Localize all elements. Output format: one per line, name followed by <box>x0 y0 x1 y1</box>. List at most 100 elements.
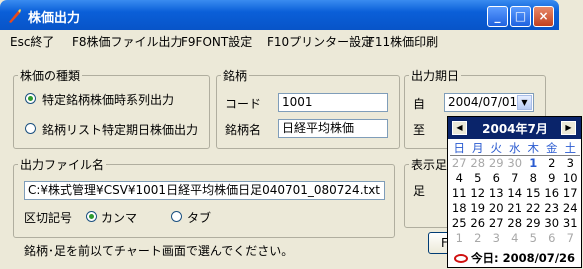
calendar-day[interactable]: 25 <box>450 216 469 231</box>
code-input[interactable]: 1001 <box>278 93 388 112</box>
calendar-day[interactable]: 7 <box>506 171 525 186</box>
calendar-day[interactable]: 21 <box>506 201 525 216</box>
calendar-day[interactable]: 3 <box>487 231 506 246</box>
calendar-day[interactable]: 6 <box>487 171 506 186</box>
radio-comma-label[interactable]: カンマ <box>101 209 137 226</box>
menu-file-output[interactable]: F8株価ファイル出力 <box>72 33 183 50</box>
close-button[interactable]: × <box>533 6 554 27</box>
calendar-day[interactable]: 13 <box>487 186 506 201</box>
calendar-day[interactable]: 17 <box>561 186 580 201</box>
calendar-week: 27 28 29 30 1 2 3 <box>450 156 580 171</box>
calendar-day[interactable]: 6 <box>543 231 562 246</box>
maximize-button[interactable]: □ <box>510 6 531 27</box>
calendar-week: 4 5 6 7 8 9 10 <box>450 171 580 186</box>
issue-name-input[interactable]: 日経平均株価 <box>278 119 388 138</box>
weekday-label: 日 <box>453 141 466 155</box>
radio-tab-label[interactable]: タブ <box>187 209 211 226</box>
next-month-button[interactable]: ▶ <box>561 121 576 135</box>
calendar-day[interactable]: 5 <box>524 231 543 246</box>
from-label: 自 <box>413 97 426 111</box>
radio-timeseries[interactable] <box>25 93 36 104</box>
output-path-input[interactable]: C:¥株式管理¥CSV¥1001日経平均株価日足040701_080724.tx… <box>24 181 385 200</box>
calendar-day[interactable]: 22 <box>524 201 543 216</box>
title-bar[interactable]: 株価出力 _ □ × <box>0 0 559 30</box>
calendar-day[interactable]: 30 <box>506 156 525 171</box>
calendar-day[interactable]: 14 <box>506 186 525 201</box>
radio-list-date[interactable] <box>25 123 36 134</box>
window-title: 株価出力 <box>28 11 81 26</box>
minimize-button[interactable]: _ <box>487 6 508 27</box>
today-circle-icon <box>454 254 468 263</box>
weekday-label: 火 <box>490 141 503 155</box>
calendar-day[interactable]: 2 <box>469 231 488 246</box>
application-window: 株価出力 _ □ × Esc終了 F8株価ファイル出力 F9FONT設定 F10… <box>0 0 583 269</box>
calendar-week: 18 19 20 21 22 23 24 <box>450 201 580 216</box>
calendar-day[interactable]: 27 <box>450 156 469 171</box>
calendar-day[interactable]: 30 <box>543 216 562 231</box>
calendar-day[interactable]: 27 <box>487 216 506 231</box>
weekday-label: 土 <box>564 141 577 155</box>
prev-month-button[interactable]: ◀ <box>452 121 467 135</box>
calendar-day[interactable]: 4 <box>450 171 469 186</box>
weekday-label: 水 <box>509 141 521 155</box>
calendar-day[interactable]: 5 <box>469 171 488 186</box>
calendar-month-title: 2004年7月 <box>482 122 548 136</box>
period-legend: 出力期日 <box>411 69 460 83</box>
calendar-day[interactable]: 20 <box>487 201 506 216</box>
calendar-day[interactable]: 24 <box>561 201 580 216</box>
calendar-day[interactable]: 28 <box>506 216 525 231</box>
display-foot-legend: 表示足 <box>411 158 448 172</box>
radio-timeseries-label[interactable]: 特定銘柄株価時系列出力 <box>42 91 174 108</box>
radio-tab[interactable] <box>171 211 182 222</box>
app-icon <box>9 9 21 23</box>
calendar-day[interactable]: 23 <box>543 201 562 216</box>
calendar-day[interactable]: 1 <box>524 156 543 171</box>
weekday-header: 日月火水木金土 <box>450 141 580 156</box>
radio-comma[interactable] <box>86 211 97 222</box>
delimiter-label: 区切記号 <box>24 211 73 225</box>
calendar-week: 11 12 13 14 15 16 17 <box>450 186 580 201</box>
calendar-day[interactable]: 18 <box>450 201 469 216</box>
calendar-day[interactable]: 12 <box>469 186 488 201</box>
status-message: 銘柄･足を前以てチャート画面で選んでください。 <box>24 244 294 258</box>
today-label: 今日: 2008/07/26 <box>471 251 576 265</box>
radio-list-date-label[interactable]: 銘柄リスト特定期日株価出力 <box>42 121 198 138</box>
calendar-day[interactable]: 31 <box>561 216 580 231</box>
calendar-day[interactable]: 1 <box>450 231 469 246</box>
menu-exit[interactable]: Esc終了 <box>10 33 54 50</box>
calendar-day[interactable]: 2 <box>543 156 562 171</box>
calendar-day[interactable]: 4 <box>506 231 525 246</box>
calendar-header: ◀ 2004年7月 ▶ <box>448 117 581 139</box>
calendar-day[interactable]: 16 <box>543 186 562 201</box>
to-label: 至 <box>413 123 426 137</box>
calendar-day[interactable]: 29 <box>524 216 543 231</box>
weekday-label: 木 <box>527 141 540 155</box>
weekday-label: 金 <box>546 141 558 155</box>
calendar-day[interactable]: 9 <box>543 171 562 186</box>
chevron-down-icon[interactable]: ▼ <box>517 95 532 110</box>
calendar-day[interactable]: 29 <box>487 156 506 171</box>
calendar-day[interactable]: 19 <box>469 201 488 216</box>
calendar-day[interactable]: 10 <box>561 171 580 186</box>
foot-label: 足 <box>413 184 426 198</box>
calendar-day[interactable]: 28 <box>469 156 488 171</box>
calendar-day[interactable]: 11 <box>450 186 469 201</box>
calendar-grid: 日月火水木金土 27 28 29 30 1 2 3 4 5 6 7 8 9 10 11 12 13 14 15 16 1… <box>450 141 580 246</box>
menu-printer-settings[interactable]: F10プリンター設定 <box>267 33 373 50</box>
calendar-day[interactable]: 15 <box>524 186 543 201</box>
calendar-day[interactable]: 3 <box>561 156 580 171</box>
calendar-day[interactable]: 8 <box>524 171 543 186</box>
calendar-day[interactable]: 26 <box>469 216 488 231</box>
stock-type-legend: 株価の種類 <box>20 69 81 83</box>
from-date-combo[interactable]: 2004/07/01 ▼ <box>444 93 534 112</box>
issue-name-label: 銘柄名 <box>225 123 262 137</box>
issue-legend: 銘柄 <box>223 69 248 83</box>
menu-print[interactable]: F11株価印刷 <box>368 33 438 50</box>
menu-bar: Esc終了 F8株価ファイル出力 F9FONT設定 F10プリンター設定 F11… <box>3 30 556 50</box>
menu-font-settings[interactable]: F9FONT設定 <box>181 33 252 50</box>
weekday-label: 月 <box>472 141 484 155</box>
code-label: コード <box>225 97 262 111</box>
calendar-day[interactable]: 7 <box>561 231 580 246</box>
calendar-week: 25 26 27 28 29 30 31 <box>450 216 580 231</box>
today-link[interactable]: 今日: 2008/07/26 <box>454 250 575 266</box>
